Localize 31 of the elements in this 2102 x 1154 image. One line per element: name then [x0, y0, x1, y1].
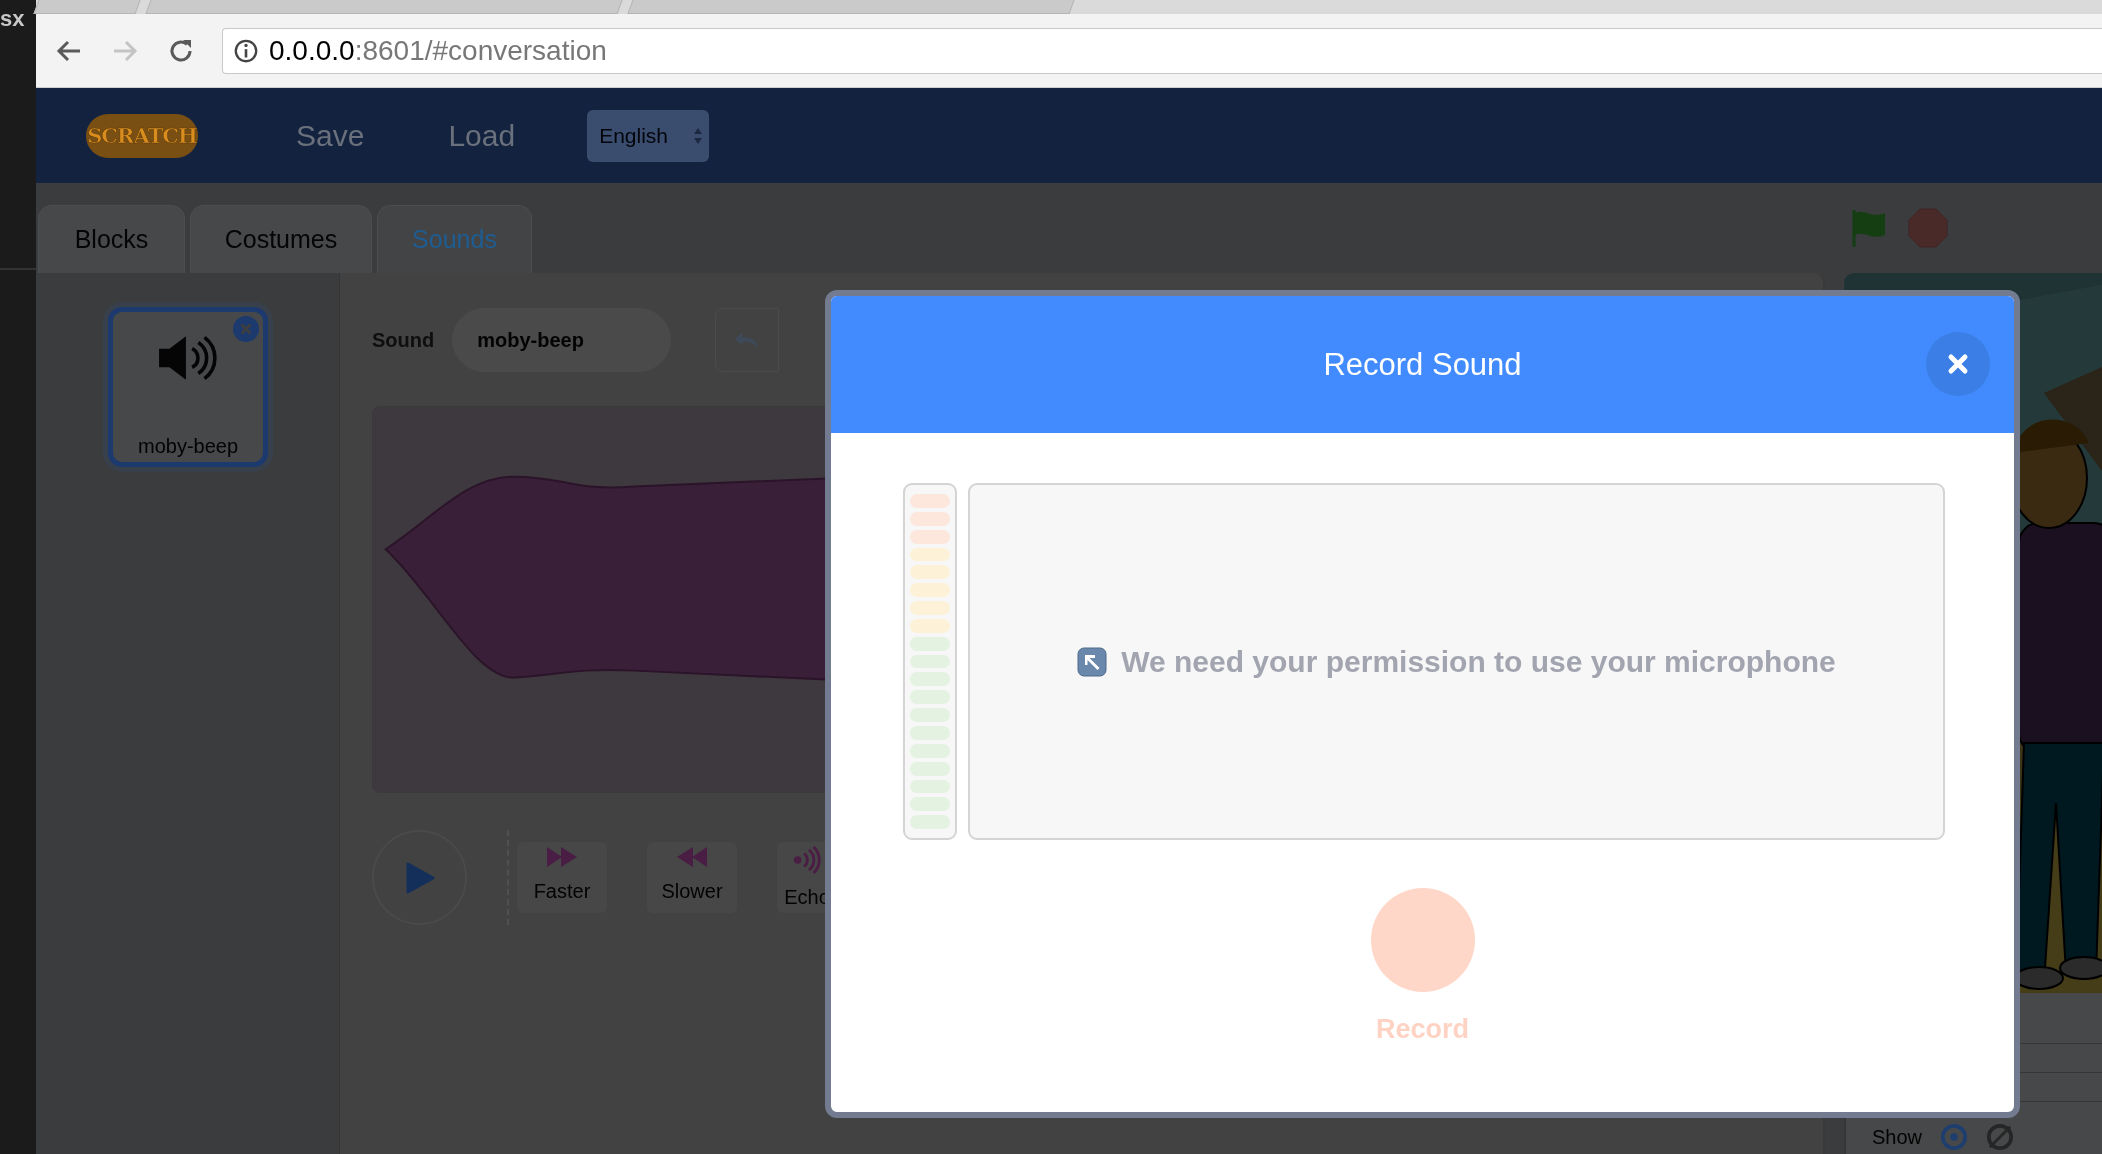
speaker-icon — [157, 334, 219, 382]
play-icon — [404, 860, 435, 895]
logo[interactable]: SCRATCH — [86, 113, 198, 158]
menu-item[interactable]: Load — [438, 110, 526, 161]
undo-button[interactable] — [715, 308, 780, 372]
delete-icon[interactable] — [233, 316, 259, 342]
record-label: Record — [1376, 1014, 1469, 1045]
sound-name: moby-beep — [137, 435, 239, 458]
sound-name-field[interactable]: moby-beep — [452, 308, 672, 372]
rewind-icon — [675, 846, 709, 868]
window-text: sx — [0, 5, 26, 32]
fast-forward-icon — [545, 846, 579, 868]
address-bar[interactable]: 0.0.0.0:8601/#conversation — [222, 27, 2102, 74]
tab[interactable]: Sounds — [377, 205, 532, 273]
tab[interactable]: Blocks — [38, 205, 185, 273]
close-icon — [1947, 353, 1969, 375]
info-icon[interactable] — [233, 37, 259, 64]
browser-tab[interactable] — [33, 0, 141, 14]
tab[interactable]: Costumes — [190, 205, 372, 273]
sound-waves-icon — [793, 846, 821, 874]
dialog-title: Record Sound — [1323, 346, 1522, 383]
effect-button[interactable]: Faster — [517, 842, 607, 913]
visible-icon[interactable] — [1940, 1123, 1969, 1151]
effect-button[interactable]: Slower — [647, 842, 737, 913]
permission-message: We need your permission to use your microphone — [1121, 644, 1836, 679]
url-text: 0.0.0.0:8601/#conversation — [269, 34, 607, 67]
menu-item[interactable]: Save — [286, 110, 375, 161]
stop-icon[interactable] — [1908, 208, 1948, 248]
hidden-icon[interactable] — [1986, 1123, 2015, 1151]
show-label: Show — [1872, 1125, 1923, 1149]
language-select[interactable]: English — [587, 109, 710, 162]
